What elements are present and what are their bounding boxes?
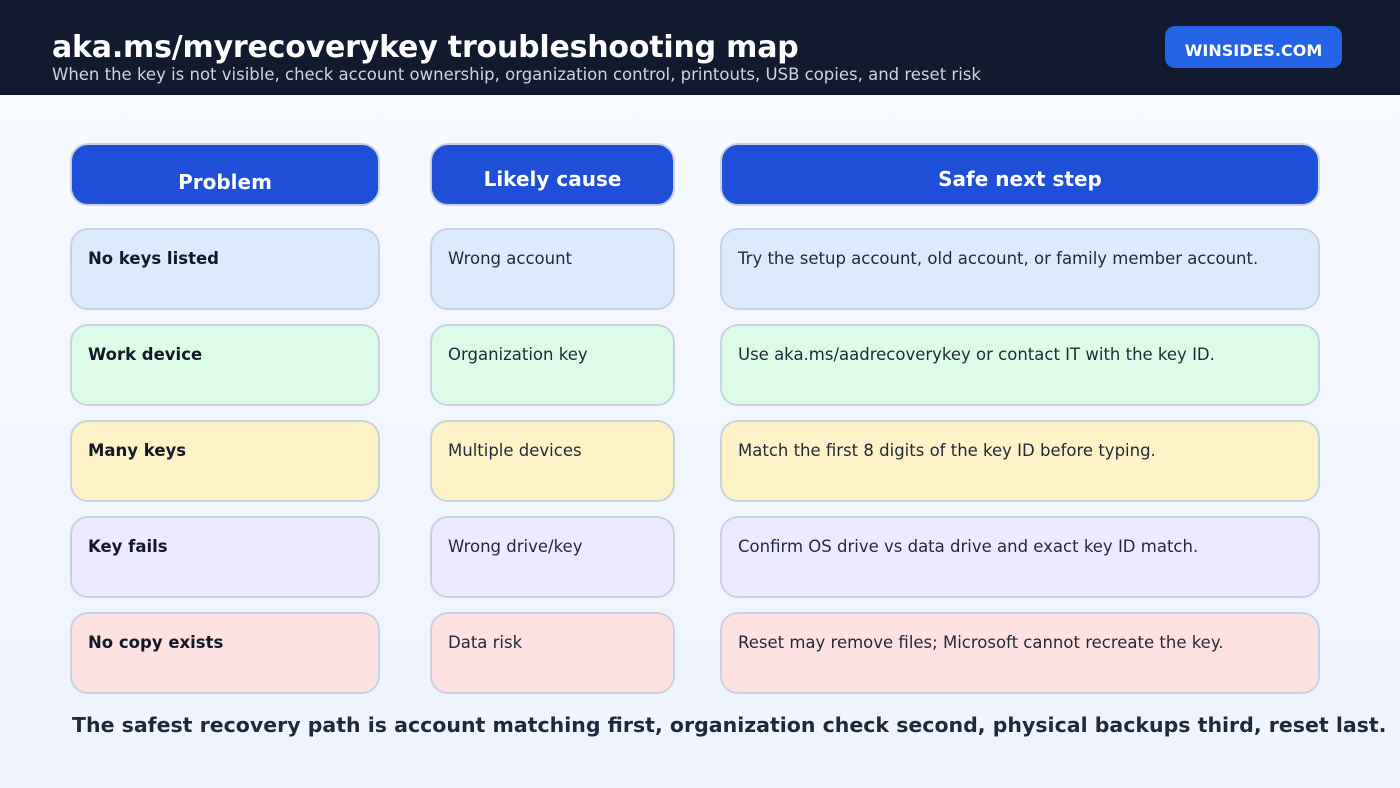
cause-text: Organization key (448, 345, 588, 364)
cause-cell: Wrong account (430, 228, 675, 310)
step-cell: Use aka.ms/aadrecoverykey or contact IT … (720, 324, 1320, 406)
column-header-step: Safe next step (720, 143, 1320, 206)
step-text: Confirm OS drive vs data drive and exact… (738, 537, 1199, 556)
problem-text: Work device (88, 345, 203, 364)
step-cell: Try the setup account, old account, or f… (720, 228, 1320, 310)
summary-footer: The safest recovery path is account matc… (72, 713, 1387, 737)
cause-text: Wrong account (448, 249, 572, 268)
step-text: Reset may remove files; Microsoft cannot… (738, 633, 1224, 652)
problem-text: No keys listed (88, 249, 219, 268)
cause-text: Data risk (448, 633, 523, 652)
problem-cell: No copy exists (70, 612, 380, 694)
column-header-cause-label: Likely cause (483, 166, 622, 191)
step-cell: Reset may remove files; Microsoft cannot… (720, 612, 1320, 694)
page-subtitle: When the key is not visible, check accou… (52, 65, 981, 84)
column-header-problem-label: Problem (178, 169, 272, 194)
column-header-problem: Problem (70, 143, 380, 206)
problem-cell: Work device (70, 324, 380, 406)
step-text: Match the first 8 digits of the key ID b… (738, 441, 1156, 460)
brand-badge[interactable]: WINSIDES.COM (1165, 26, 1342, 68)
problem-cell: No keys listed (70, 228, 380, 310)
problem-text: Many keys (88, 441, 187, 460)
page-title: aka.ms/myrecoverykey troubleshooting map (52, 30, 799, 65)
step-text: Try the setup account, old account, or f… (738, 249, 1259, 268)
column-header-step-label: Safe next step (938, 166, 1102, 191)
cause-cell: Multiple devices (430, 420, 675, 502)
problem-text: No copy exists (88, 633, 224, 652)
problem-cell: Many keys (70, 420, 380, 502)
cause-cell: Organization key (430, 324, 675, 406)
problem-cell: Key fails (70, 516, 380, 598)
header-bar: aka.ms/myrecoverykey troubleshooting map… (0, 0, 1400, 95)
step-cell: Confirm OS drive vs data drive and exact… (720, 516, 1320, 598)
cause-text: Wrong drive/key (448, 537, 583, 556)
cause-text: Multiple devices (448, 441, 582, 460)
step-text: Use aka.ms/aadrecoverykey or contact IT … (738, 345, 1215, 364)
problem-text: Key fails (88, 537, 168, 556)
step-cell: Match the first 8 digits of the key ID b… (720, 420, 1320, 502)
column-header-cause: Likely cause (430, 143, 675, 206)
cause-cell: Data risk (430, 612, 675, 694)
cause-cell: Wrong drive/key (430, 516, 675, 598)
